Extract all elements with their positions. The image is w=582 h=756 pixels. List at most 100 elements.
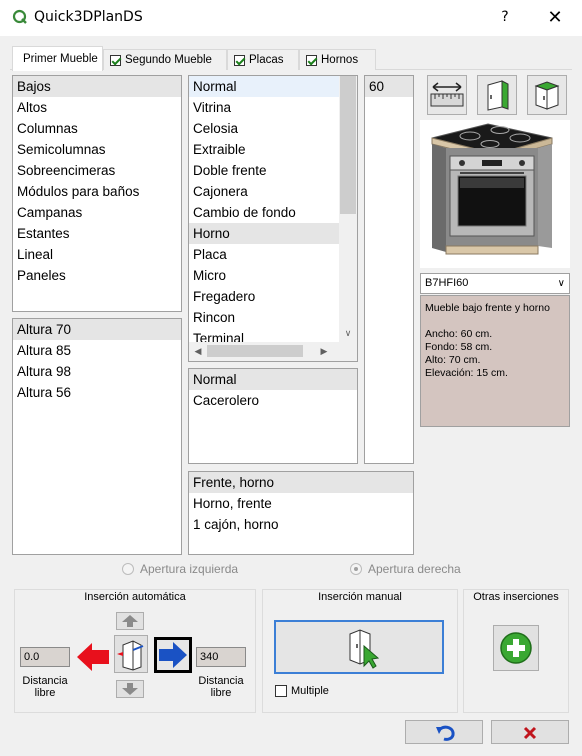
preview-image xyxy=(420,120,570,268)
list-item[interactable]: Vitrina xyxy=(189,97,339,118)
dimensions-button[interactable] xyxy=(427,75,467,115)
list-item[interactable]: Módulos para baños xyxy=(13,181,181,202)
opening-left-radio[interactable]: Apertura izquierda xyxy=(122,562,238,576)
group-title: Inserción automática xyxy=(84,591,186,603)
height-list[interactable]: Altura 70 Altura 85 Altura 98 Altura 56 xyxy=(12,318,182,555)
list-item[interactable]: Altura 70 xyxy=(13,319,181,340)
tab-label: Segundo Mueble xyxy=(125,54,212,66)
tab-checkbox[interactable] xyxy=(234,54,245,66)
checkbox-label: Multiple xyxy=(291,685,329,697)
close-button[interactable]: ✕ xyxy=(543,6,567,30)
list-item[interactable]: Bajos xyxy=(13,76,181,97)
scroll-down-icon[interactable]: ∨ xyxy=(339,328,357,339)
list-item[interactable]: Paneles xyxy=(13,265,181,286)
description-panel: Mueble bajo frente y horno Ancho: 60 cm.… xyxy=(420,295,570,427)
tab-hornos[interactable]: Hornos xyxy=(299,49,376,70)
horizontal-scrollbar[interactable]: ◀ ▶ xyxy=(189,342,357,361)
list-item[interactable]: Semicolumnas xyxy=(13,139,181,160)
right-door-button[interactable] xyxy=(527,75,567,115)
tab-label: Placas xyxy=(249,54,284,66)
manual-insert-button[interactable] xyxy=(274,620,444,674)
list-item[interactable]: Horno xyxy=(189,223,339,244)
type-list-items: Normal Vitrina Celosia Extraible Doble f… xyxy=(189,76,339,342)
list-item[interactable]: Fregadero xyxy=(189,286,339,307)
tab-placas[interactable]: Placas xyxy=(227,49,299,70)
list-item[interactable]: Frente, horno xyxy=(189,472,413,493)
add-insertion-button[interactable] xyxy=(493,625,539,671)
list-item[interactable]: Altura 98 xyxy=(13,361,181,382)
tab-segundo-mueble[interactable]: Segundo Mueble xyxy=(103,49,227,70)
insert-up-button[interactable] xyxy=(116,612,144,630)
list-item[interactable]: Extraible xyxy=(189,139,339,160)
ruler-icon xyxy=(430,82,464,107)
description-depth: Fondo: 58 cm. xyxy=(425,341,493,353)
type-list[interactable]: Normal Vitrina Celosia Extraible Doble f… xyxy=(188,75,358,362)
cancel-button[interactable] xyxy=(491,720,569,744)
category-list[interactable]: Bajos Altos Columnas Semicolumnas Sobree… xyxy=(12,75,182,312)
front-list[interactable]: Frente, horno Horno, frente 1 cajón, hor… xyxy=(188,471,414,555)
vertical-scrollbar[interactable]: ∨ xyxy=(339,76,357,342)
manual-insert-group: Inserción manual Multiple xyxy=(262,589,458,713)
left-door-button[interactable] xyxy=(477,75,517,115)
radio-dot[interactable] xyxy=(350,563,362,575)
list-item[interactable]: Normal xyxy=(189,76,339,97)
insert-right-button[interactable] xyxy=(154,637,192,673)
list-item[interactable]: Altos xyxy=(13,97,181,118)
current-position-button[interactable] xyxy=(114,635,148,673)
list-item[interactable]: Cacerolero xyxy=(189,390,357,411)
tab-primer-mueble[interactable]: Primer Mueble xyxy=(12,46,103,71)
list-item[interactable]: Cambio de fondo xyxy=(189,202,339,223)
list-item[interactable]: Campanas xyxy=(13,202,181,223)
cabinet-left-icon xyxy=(487,80,509,111)
subtype-list[interactable]: Normal Cacerolero xyxy=(188,368,358,464)
description-height: Alto: 70 cm. xyxy=(425,354,481,366)
list-item[interactable]: Celosia xyxy=(189,118,339,139)
list-item[interactable]: Rincon xyxy=(189,307,339,328)
radio-dot[interactable] xyxy=(122,563,134,575)
list-item[interactable]: Sobreencimeras xyxy=(13,160,181,181)
scroll-right-icon[interactable]: ▶ xyxy=(317,346,331,357)
insert-left-arrow-icon[interactable] xyxy=(75,640,111,674)
list-item[interactable]: Normal xyxy=(189,369,357,390)
cabinet-cursor-icon xyxy=(349,629,380,669)
multiple-checkbox[interactable]: Multiple xyxy=(275,685,329,697)
description-elevation: Elevación: 15 cm. xyxy=(425,367,508,379)
scroll-thumb[interactable] xyxy=(207,345,303,357)
list-item[interactable]: Altura 56 xyxy=(13,382,181,403)
close-red-icon xyxy=(523,726,537,740)
checkbox-box[interactable] xyxy=(275,685,287,697)
scroll-left-icon[interactable]: ◀ xyxy=(191,346,205,357)
width-list[interactable]: 60 xyxy=(364,75,414,464)
list-item[interactable]: Lineal xyxy=(13,244,181,265)
arrow-up-icon xyxy=(122,615,138,627)
undo-button[interactable] xyxy=(405,720,483,744)
insert-down-button[interactable] xyxy=(116,680,144,698)
scroll-thumb[interactable] xyxy=(340,76,356,214)
list-item[interactable]: Columnas xyxy=(13,118,181,139)
list-item[interactable]: Horno, frente xyxy=(189,493,413,514)
help-button[interactable]: ? xyxy=(494,6,516,28)
tab-checkbox[interactable] xyxy=(306,54,317,66)
list-item[interactable]: 60 xyxy=(365,76,413,97)
list-item[interactable]: Terminal xyxy=(189,328,339,342)
right-distance-label: Distancia libre xyxy=(198,675,244,699)
list-item[interactable]: Cajonera xyxy=(189,181,339,202)
left-distance-field[interactable]: 0.0 xyxy=(20,647,70,667)
left-distance-label: Distancia libre xyxy=(22,675,68,699)
auto-insert-group: Inserción automática 0.0 Distancia libre … xyxy=(14,589,256,713)
list-item[interactable]: Altura 85 xyxy=(13,340,181,361)
list-item[interactable]: Micro xyxy=(189,265,339,286)
model-dropdown[interactable]: B7HFI60 ∨ xyxy=(420,273,570,294)
oven-cabinet-icon xyxy=(431,123,553,255)
list-item[interactable]: Placa xyxy=(189,244,339,265)
undo-icon xyxy=(436,725,455,741)
model-value: B7HFI60 xyxy=(425,277,469,289)
list-item[interactable]: Doble frente xyxy=(189,160,339,181)
list-item[interactable]: Estantes xyxy=(13,223,181,244)
plus-icon xyxy=(500,632,532,664)
tab-checkbox[interactable] xyxy=(110,54,121,66)
list-item[interactable]: 1 cajón, horno xyxy=(189,514,413,535)
right-distance-field[interactable]: 340 xyxy=(196,647,246,667)
chevron-down-icon[interactable]: ∨ xyxy=(558,274,565,293)
opening-right-radio[interactable]: Apertura derecha xyxy=(350,562,461,576)
